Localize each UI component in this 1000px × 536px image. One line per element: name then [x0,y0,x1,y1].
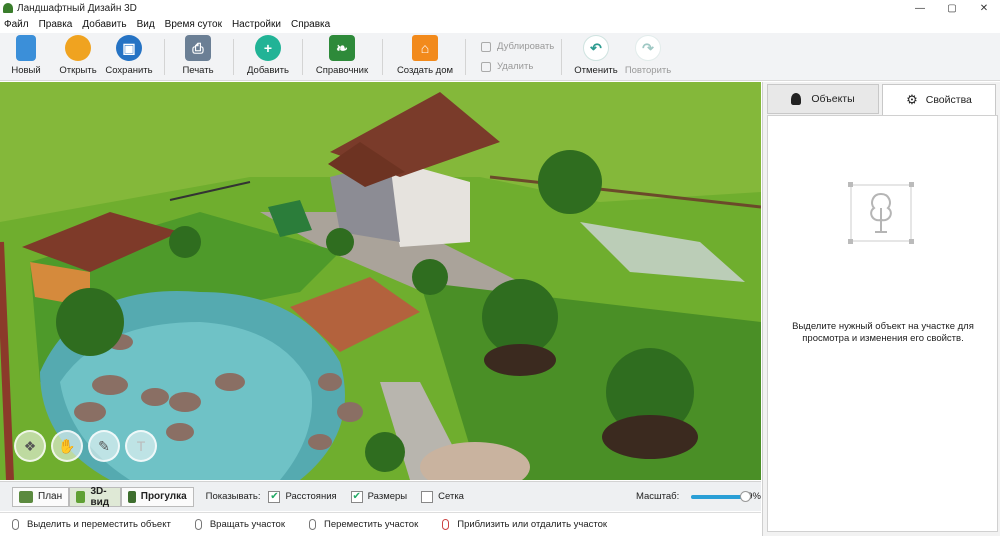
menu-time-of-day[interactable]: Время суток [165,19,222,30]
plus-icon: + [255,35,281,61]
grid-checkbox[interactable] [421,490,434,503]
gear-icon: ⚙ [906,92,918,107]
undo-button[interactable]: ↶ Отменить [566,35,626,76]
folder-icon [65,35,91,61]
tree-icon [791,93,802,105]
text-icon[interactable]: T [125,430,157,462]
house-icon: ⌂ [412,35,438,61]
show-label: Показывать: [205,491,261,502]
duplicate-button[interactable]: Дублировать [481,41,554,52]
properties-hint: Выделите нужный объект на участке для пр… [792,321,974,344]
printer-icon: ⎙ [185,35,211,61]
add-button[interactable]: + Добавить [238,35,298,76]
view-control-bar: План 3D-вид Прогулка Показывать: ✔ Расст… [0,481,761,511]
build-house-button[interactable]: ⌂ Создать дом [395,35,455,76]
layers-icon[interactable]: ❖ [14,430,46,462]
tab-objects[interactable]: Объекты [767,84,879,114]
minimize-button[interactable]: — [904,0,936,16]
status-rotate: Вращать участок [194,519,285,530]
mouse-left-icon [12,519,19,530]
distances-toggle[interactable]: ✔ Расстояния [268,490,337,503]
tab-walk[interactable]: Прогулка [120,486,194,507]
right-panel: Объекты ⚙ Свойства Выделите нужный объек… [762,82,1000,536]
scale-label: Масштаб: [635,491,680,502]
menu-bar: Файл Правка Добавить Вид Время суток Нас… [0,16,1000,33]
menu-add[interactable]: Добавить [82,19,126,30]
window-title: Ландшафтный Дизайн 3D [17,2,137,14]
book-icon: ❧ [329,35,355,61]
redo-button[interactable]: ↷ Повторить [618,35,678,76]
tree-3d-icon [76,490,86,503]
mouse-middle-icon [308,519,316,530]
status-pan: Переместить участок [308,519,418,530]
properties-panel: Выделите нужный объект на участке для пр… [767,115,998,532]
menu-view[interactable]: Вид [137,19,155,30]
toolbar: Новый Открыть ▣ Сохранить ⎙ Печать + Доб… [0,33,1000,81]
menu-help[interactable]: Справка [291,19,330,30]
garden-3d-viewport[interactable]: ❖ ✋ ✎ T [0,82,761,480]
plan-icon [19,490,33,503]
undo-icon: ↶ [583,35,609,61]
grid-toggle[interactable]: Сетка [421,490,464,503]
scale-slider-thumb[interactable] [739,490,751,502]
tab-properties[interactable]: ⚙ Свойства [882,84,996,116]
tab-plan[interactable]: План [12,486,70,507]
status-zoom: Приблизить или отдалить участок [442,519,607,530]
save-button[interactable]: ▣ Сохранить [99,35,159,76]
trash-icon [481,61,491,72]
maximize-button[interactable]: ▢ [936,0,968,16]
sizes-checkbox[interactable]: ✔ [350,490,363,503]
print-button[interactable]: ⎙ Печать [168,35,228,76]
mouse-wheel-icon [442,519,450,530]
sizes-toggle[interactable]: ✔ Размеры [350,490,407,503]
close-button[interactable]: ✕ [968,0,1000,16]
app-logo-icon [3,3,13,13]
title-bar: Ландшафтный Дизайн 3D — ▢ ✕ [0,0,1000,16]
menu-file[interactable]: Файл [4,19,29,30]
scale-slider[interactable] [691,490,751,502]
tree-placeholder-icon [848,182,914,244]
menu-settings[interactable]: Настройки [232,19,281,30]
new-file-icon [16,35,36,61]
status-select-move: Выделить и переместить объект [12,519,171,530]
tab-3d-view[interactable]: 3D-вид [69,486,121,508]
walking-person-icon [127,490,136,503]
scale-slider-fill [691,494,745,499]
menu-edit[interactable]: Правка [39,19,73,30]
distances-checkbox[interactable]: ✔ [268,490,281,503]
redo-icon: ↷ [635,35,661,61]
delete-button[interactable]: Удалить [481,61,533,72]
mouse-right-icon [194,519,202,530]
duplicate-icon [481,41,491,52]
status-bar: Выделить и переместить объект Вращать уч… [0,512,761,536]
hand-icon[interactable]: ✋ [51,430,83,462]
ruler-icon[interactable]: ✎ [88,430,120,462]
garden-scene [0,82,761,480]
save-icon: ▣ [116,35,142,61]
reference-button[interactable]: ❧ Справочник [312,35,372,76]
